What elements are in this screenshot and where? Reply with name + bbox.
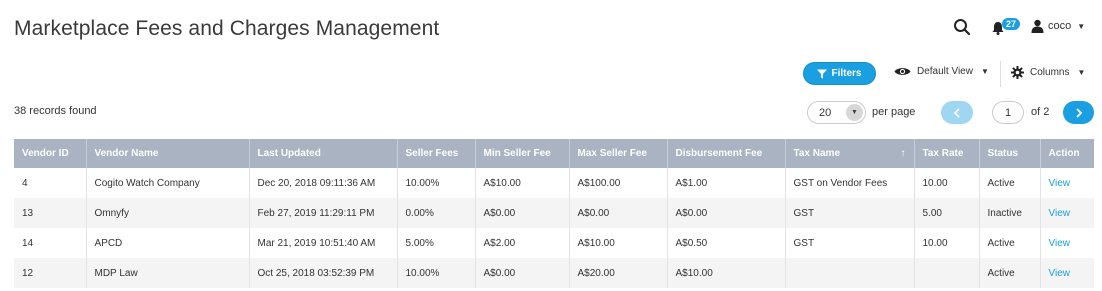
cell-status: Active xyxy=(979,258,1041,288)
next-page-button[interactable] xyxy=(1063,101,1094,124)
cell-tax-name: GST xyxy=(785,228,915,258)
eye-icon xyxy=(894,68,911,75)
col-last-updated[interactable]: Last Updated xyxy=(249,139,398,168)
cell-tax-rate: 10.00 xyxy=(914,168,980,198)
search-button[interactable] xyxy=(953,18,973,38)
chevron-down-icon: ▼ xyxy=(980,67,989,76)
cell-tax-rate: 10.00 xyxy=(914,228,980,258)
cell-vendor-id: 14 xyxy=(14,228,87,258)
cell-vendor-name: Omnyfy xyxy=(86,198,250,228)
table-row: 4 Cogito Watch Company Dec 20, 2018 09:1… xyxy=(14,168,1094,198)
cell-vendor-id: 12 xyxy=(14,258,87,288)
col-disbursement-fee[interactable]: Disbursement Fee xyxy=(667,139,786,168)
cell-tax-name: GST xyxy=(785,198,915,228)
col-tax-rate[interactable]: Tax Rate xyxy=(914,139,980,168)
col-min-seller-fee[interactable]: Min Seller Fee xyxy=(475,139,570,168)
page-total: of 2 xyxy=(1031,106,1050,118)
toolbar-divider xyxy=(1000,61,1001,87)
col-action: Action xyxy=(1040,139,1094,168)
cell-last-updated: Mar 21, 2019 10:51:40 AM xyxy=(249,228,398,258)
table-row: 13 Omnyfy Feb 27, 2019 11:29:11 PM 0.00%… xyxy=(14,198,1094,228)
cell-disbursement-fee: A$0.50 xyxy=(667,228,786,258)
cell-tax-rate: 5.00 xyxy=(914,198,980,228)
cell-max-seller-fee: A$100.00 xyxy=(569,168,668,198)
cell-max-seller-fee: A$0.00 xyxy=(569,198,668,228)
records-count: 38 records found xyxy=(14,105,97,117)
page-input[interactable]: 1 xyxy=(992,101,1024,124)
col-status[interactable]: Status xyxy=(979,139,1041,168)
cell-min-seller-fee: A$0.00 xyxy=(475,198,570,228)
chevron-down-icon: ▼ xyxy=(846,104,863,121)
cell-min-seller-fee: A$0.00 xyxy=(475,258,570,288)
view-link[interactable]: View xyxy=(1049,268,1071,279)
cell-last-updated: Dec 20, 2018 09:11:36 AM xyxy=(249,168,398,198)
page-title: Marketplace Fees and Charges Management xyxy=(14,17,440,40)
table-header-row: Vendor ID Vendor Name Last Updated Selle… xyxy=(14,139,1094,168)
view-link[interactable]: View xyxy=(1049,238,1071,249)
cell-last-updated: Feb 27, 2019 11:29:11 PM xyxy=(249,198,398,228)
chevron-right-icon xyxy=(1075,107,1082,118)
columns-label: Columns xyxy=(1030,67,1070,78)
user-name: coco xyxy=(1048,20,1072,32)
cell-tax-name: GST on Vendor Fees xyxy=(785,168,915,198)
chevron-down-icon: ▼ xyxy=(1077,68,1086,77)
view-dropdown[interactable]: Default View ▼ xyxy=(894,66,989,77)
cell-action: View xyxy=(1040,228,1094,258)
cell-action: View xyxy=(1040,258,1094,288)
filters-label: Filters xyxy=(831,68,862,79)
view-link[interactable]: View xyxy=(1049,178,1071,189)
cell-vendor-name: APCD xyxy=(86,228,250,258)
cell-disbursement-fee: A$1.00 xyxy=(667,168,786,198)
cell-vendor-id: 4 xyxy=(14,168,87,198)
notification-badge: 27 xyxy=(1002,18,1021,30)
user-icon xyxy=(1031,19,1044,33)
cell-tax-name xyxy=(785,258,915,288)
cell-disbursement-fee: A$10.00 xyxy=(667,258,786,288)
cell-vendor-name: Cogito Watch Company xyxy=(86,168,250,198)
cell-seller-fees: 0.00% xyxy=(397,198,476,228)
col-vendor-id[interactable]: Vendor ID xyxy=(14,139,87,168)
search-icon xyxy=(954,19,971,36)
fees-table: Vendor ID Vendor Name Last Updated Selle… xyxy=(14,139,1094,288)
cell-seller-fees: 5.00% xyxy=(397,228,476,258)
view-label: Default View xyxy=(917,66,973,77)
cell-seller-fees: 10.00% xyxy=(397,258,476,288)
col-vendor-name[interactable]: Vendor Name xyxy=(86,139,250,168)
cell-action: View xyxy=(1040,198,1094,228)
cell-min-seller-fee: A$10.00 xyxy=(475,168,570,198)
notifications-button[interactable]: 27 xyxy=(992,18,1021,39)
per-page-value: 20 xyxy=(819,106,832,119)
cell-status: Active xyxy=(979,228,1041,258)
sort-asc-icon: ↑ xyxy=(900,148,906,159)
cell-disbursement-fee: A$0.00 xyxy=(667,198,786,228)
prev-page-button[interactable] xyxy=(941,101,973,124)
filter-icon xyxy=(817,69,828,78)
user-menu[interactable]: coco ▼ xyxy=(1031,19,1085,33)
chevron-down-icon: ▼ xyxy=(1077,21,1086,31)
filters-button[interactable]: Filters xyxy=(803,62,876,85)
cell-seller-fees: 10.00% xyxy=(397,168,476,198)
cell-action: View xyxy=(1040,168,1094,198)
col-max-seller-fee[interactable]: Max Seller Fee xyxy=(569,139,668,168)
gear-icon xyxy=(1011,66,1024,79)
cell-last-updated: Oct 25, 2018 03:52:39 PM xyxy=(249,258,398,288)
cell-tax-rate xyxy=(914,258,980,288)
col-seller-fees[interactable]: Seller Fees xyxy=(397,139,476,168)
chevron-left-icon xyxy=(953,107,960,118)
per-page-select[interactable]: 20 ▼ xyxy=(807,101,866,124)
cell-vendor-name: MDP Law xyxy=(86,258,250,288)
table-row: 12 MDP Law Oct 25, 2018 03:52:39 PM 10.0… xyxy=(14,258,1094,288)
cell-min-seller-fee: A$2.00 xyxy=(475,228,570,258)
tax-name-label: Tax Name xyxy=(793,148,841,159)
col-tax-name[interactable]: Tax Name ↑ xyxy=(785,139,915,168)
cell-max-seller-fee: A$20.00 xyxy=(569,258,668,288)
cell-status: Inactive xyxy=(979,198,1041,228)
view-link[interactable]: View xyxy=(1049,208,1071,219)
cell-max-seller-fee: A$10.00 xyxy=(569,228,668,258)
cell-status: Active xyxy=(979,168,1041,198)
per-page-label: per page xyxy=(872,106,916,118)
table-row: 14 APCD Mar 21, 2019 10:51:40 AM 5.00% A… xyxy=(14,228,1094,258)
columns-dropdown[interactable]: Columns ▼ xyxy=(1011,66,1085,79)
cell-vendor-id: 13 xyxy=(14,198,87,228)
